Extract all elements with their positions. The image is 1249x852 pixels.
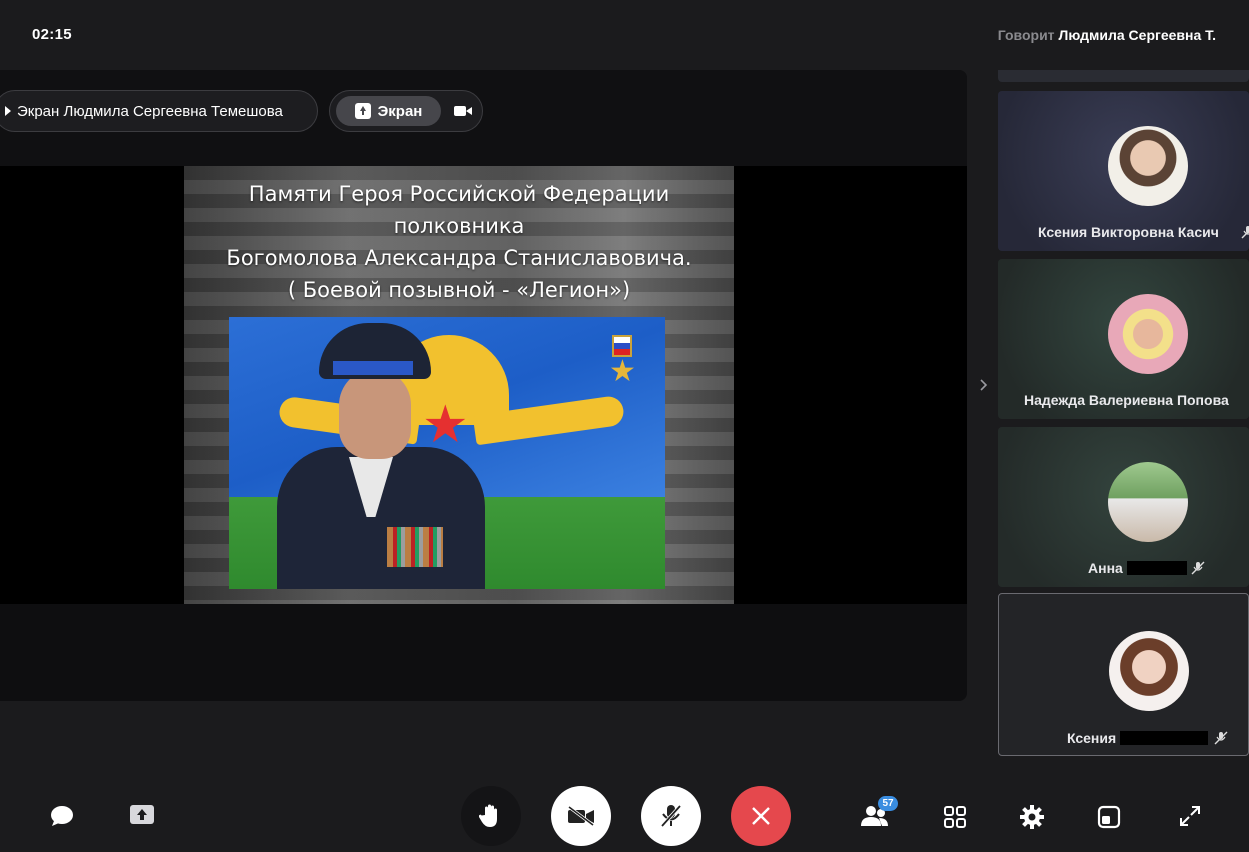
redacted-surname <box>1126 561 1187 575</box>
participants-count-badge: 57 <box>878 796 898 811</box>
avatar <box>1109 631 1189 711</box>
camera-off-icon <box>568 805 594 827</box>
play-icon <box>5 106 11 116</box>
slide-title: Памяти Героя Российской Федерации полков… <box>184 178 734 306</box>
participant-tile-active[interactable]: Ксения <box>998 593 1249 756</box>
gold-star-icon: ★ <box>609 355 636 388</box>
fullscreen-icon[interactable] <box>1179 805 1201 827</box>
chevron-right-icon[interactable] <box>976 378 990 392</box>
slide-line: Богомолова Александра Станиславовича. <box>226 246 692 270</box>
mic-off-icon <box>1191 561 1205 575</box>
avatar <box>1108 462 1188 542</box>
avatar <box>1108 294 1188 374</box>
share-screen-icon[interactable] <box>129 804 155 826</box>
avatar <box>1108 126 1188 206</box>
mic-off-icon <box>660 804 682 828</box>
gear-icon[interactable] <box>1019 804 1045 830</box>
officer-cap-band <box>333 361 413 375</box>
close-icon <box>752 807 770 825</box>
screen-view-button[interactable]: Экран <box>336 96 441 126</box>
officer-medals <box>387 527 443 567</box>
presenter-label: Экран Людмила Сергеевна Темешова <box>17 102 283 120</box>
slide-line: ( Боевой позывной - «Легион») <box>287 278 631 302</box>
shared-screen: Памяти Героя Российской Федерации полков… <box>0 166 967 604</box>
mic-off-icon <box>1241 226 1249 239</box>
presenter-pill[interactable]: Экран Людмила Сергеевна Темешова <box>0 90 318 132</box>
speaker-prefix: Говорит <box>997 27 1055 43</box>
participant-name: Надежда Валериевна Попова <box>1024 392 1229 408</box>
redacted-surname <box>1120 731 1209 745</box>
main-stage: Экран Людмила Сергеевна Темешова Экран П… <box>0 70 967 701</box>
red-star-icon: ★ <box>422 396 469 454</box>
screen-share-icon <box>354 103 371 119</box>
grid-layout-icon[interactable] <box>943 805 967 829</box>
screen-view-label: Экран <box>377 102 423 120</box>
raise-hand-button[interactable] <box>461 786 521 846</box>
participant-tile[interactable]: Надежда Валериевна Попова <box>998 259 1249 419</box>
participant-name: Анна <box>1088 560 1249 576</box>
participant-tile[interactable]: Анна <box>998 427 1249 587</box>
participant-tile[interactable] <box>998 70 1249 82</box>
slide-line: полковника <box>393 214 525 238</box>
participant-name: Ксения Викторовна Касич <box>1038 224 1219 240</box>
camera-view-icon[interactable] <box>454 106 472 116</box>
participants-panel: Ксения Викторовна Касич Надежда Валериев… <box>998 70 1249 760</box>
picture-in-picture-icon[interactable] <box>1097 805 1121 829</box>
officer-head <box>339 369 411 459</box>
mic-toggle-button[interactable] <box>641 786 701 846</box>
participant-tile[interactable]: Ксения Викторовна Касич <box>998 91 1249 251</box>
call-toolbar: 57 <box>0 775 1249 852</box>
view-switcher: Экран <box>329 90 483 132</box>
active-speaker: Говорит Людмила Сергеевна Т. <box>998 27 1216 43</box>
mic-off-icon <box>1214 731 1228 745</box>
call-timer: 02:15 <box>32 26 72 43</box>
presentation-slide: Памяти Героя Российской Федерации полков… <box>184 166 734 604</box>
hand-icon <box>479 804 497 827</box>
slide-photo: ★ ★ <box>229 317 665 589</box>
medal-ribbon <box>612 335 632 357</box>
end-call-button[interactable] <box>731 786 791 846</box>
slide-line: Памяти Героя Российской Федерации <box>248 182 670 206</box>
camera-toggle-button[interactable] <box>551 786 611 846</box>
chat-icon[interactable] <box>50 804 74 828</box>
speaker-name: Людмила Сергеевна Т. <box>1058 27 1216 43</box>
